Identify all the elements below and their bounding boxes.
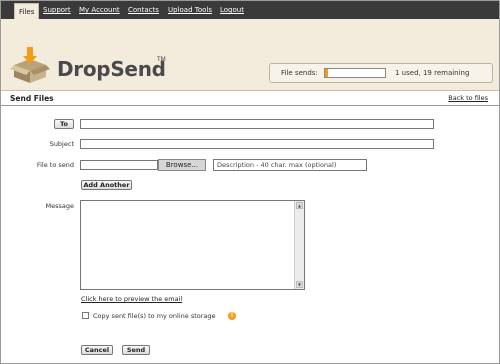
- send-button[interactable]: Send: [122, 345, 150, 355]
- tab-support[interactable]: Support: [43, 4, 71, 17]
- copy-to-storage-checkbox[interactable]: [82, 312, 89, 319]
- to-button[interactable]: To: [54, 119, 74, 129]
- tab-files[interactable]: Files: [14, 3, 40, 20]
- subject-field[interactable]: [80, 139, 434, 149]
- info-icon[interactable]: !: [228, 312, 236, 320]
- file-sends-meter: File sends: 1 used, 19 remaining: [269, 63, 493, 83]
- message-textarea[interactable]: ▲ ▼: [80, 200, 305, 290]
- message-label: Message: [45, 202, 75, 210]
- description-field[interactable]: Description - 40 char. max (optional): [213, 159, 367, 171]
- tab-my-account[interactable]: My Account: [79, 4, 120, 17]
- tab-upload-tools[interactable]: Upload Tools: [168, 4, 212, 17]
- usage-progress-fill: [325, 69, 328, 77]
- message-scrollbar[interactable]: ▲ ▼: [294, 201, 304, 289]
- top-nav: Files Support My Account Contacts Upload…: [1, 1, 499, 20]
- subject-label: Subject: [49, 140, 74, 148]
- app-window: Files Support My Account Contacts Upload…: [0, 0, 500, 364]
- file-to-send-label: File to send: [36, 161, 74, 169]
- preview-email-link[interactable]: Click here to preview the email: [81, 295, 182, 303]
- page-title: Send Files: [10, 94, 54, 103]
- scroll-up-arrow-icon[interactable]: ▲: [296, 202, 303, 209]
- to-field[interactable]: [80, 119, 434, 129]
- scroll-down-arrow-icon[interactable]: ▼: [296, 281, 303, 288]
- trademark-mark: TM: [157, 56, 166, 63]
- file-sends-status: 1 used, 19 remaining: [395, 69, 470, 77]
- back-to-files-link[interactable]: Back to files: [448, 94, 488, 102]
- cancel-button[interactable]: Cancel: [81, 345, 113, 355]
- box-download-icon: [10, 47, 50, 83]
- section-header: Send Files Back to files: [1, 91, 499, 106]
- file-sends-label: File sends:: [281, 69, 318, 77]
- file-path-field[interactable]: [80, 160, 158, 170]
- brand-logo: DropSend: [57, 57, 166, 81]
- browse-button[interactable]: Browse...: [158, 159, 206, 171]
- tab-logout[interactable]: Logout: [220, 4, 244, 17]
- copy-to-storage-label: Copy sent file(s) to my online storage: [93, 312, 216, 320]
- usage-progress-bar: [324, 68, 386, 78]
- tab-contacts[interactable]: Contacts: [128, 4, 159, 17]
- add-another-button[interactable]: Add Another: [81, 180, 132, 190]
